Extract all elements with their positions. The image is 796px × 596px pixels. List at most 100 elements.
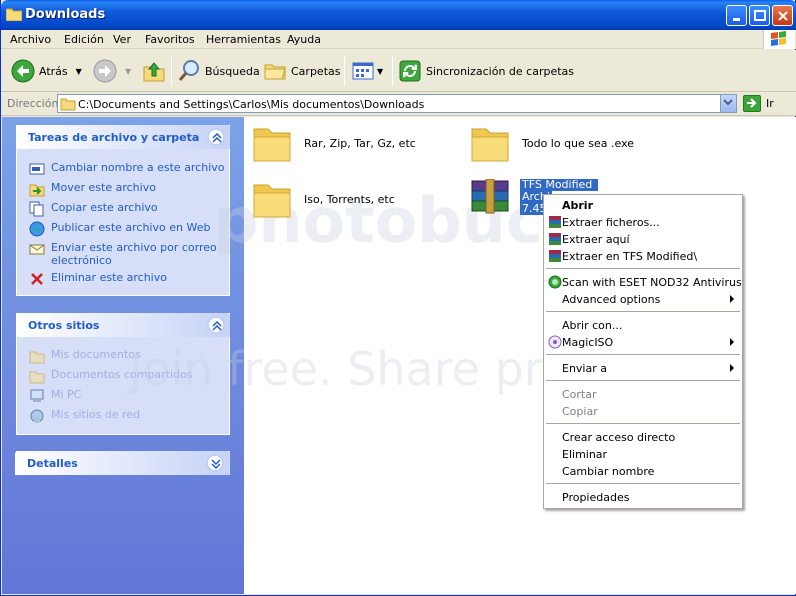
menu-extract-files[interactable]: Extraer ficheros...: [544, 214, 742, 231]
menu-properties[interactable]: Propiedades: [544, 489, 742, 506]
menu-bar: Archivo Edición Ver Favoritos Herramient…: [1, 30, 796, 49]
panel-title: Detalles: [27, 457, 78, 470]
delete-file-link[interactable]: Eliminar este archivo: [29, 271, 167, 287]
menu-extract-to-folder[interactable]: Extraer en TFS Modified\: [544, 248, 742, 265]
back-dropdown-icon[interactable]: ▼: [76, 67, 82, 76]
menu-magiciso[interactable]: MagicISO: [544, 334, 742, 351]
folder-item[interactable]: Todo lo que sea .exe: [470, 123, 634, 163]
other-places-panel-header[interactable]: Otros sitios: [16, 313, 230, 337]
folders-button[interactable]: Carpetas: [263, 57, 340, 85]
sync-folders-button[interactable]: Sincronización de carpetas: [398, 57, 574, 85]
go-button[interactable]: [743, 95, 761, 112]
address-input[interactable]: C:\Documents and Settings\Carlos\Mis doc…: [57, 94, 737, 113]
my-documents-link[interactable]: Mis documentos: [29, 348, 141, 364]
go-label[interactable]: Ir: [766, 97, 774, 110]
winrar-icon: [549, 233, 561, 245]
rename-file-link[interactable]: Cambiar nombre a este archivo: [29, 161, 225, 177]
menu-delete[interactable]: Eliminar: [544, 446, 742, 463]
menu-advanced-options[interactable]: Advanced options: [544, 291, 742, 308]
address-dropdown-button[interactable]: [720, 95, 736, 112]
explorer-window: Downloads Archivo Edición Ver Favoritos …: [0, 0, 796, 596]
my-computer-link[interactable]: Mi PC: [29, 388, 81, 404]
shared-folder-icon: [29, 371, 45, 384]
menu-separator: [546, 311, 740, 312]
submenu-arrow-icon: [730, 364, 734, 372]
menu-extract-here[interactable]: Extraer aquí: [544, 231, 742, 248]
copy-file-link[interactable]: Copiar este archivo: [29, 201, 158, 217]
menu-archivo[interactable]: Archivo: [10, 33, 51, 46]
details-panel: Detalles: [15, 451, 230, 475]
forward-arrow-icon: [93, 59, 117, 83]
toolbar: Atrás ▼ ▼ Búsqueda Carpetas ▼ Sincroniza…: [1, 50, 796, 92]
network-icon: [30, 409, 44, 423]
globe-icon: [29, 221, 45, 237]
back-button[interactable]: Atrás ▼: [11, 57, 82, 85]
go-arrow-icon: [747, 98, 757, 108]
publish-web-link[interactable]: Publicar este archivo en Web: [29, 221, 210, 237]
menu-ver[interactable]: Ver: [113, 33, 131, 46]
toolbar-separator: [344, 56, 345, 86]
folders-icon: [264, 64, 286, 80]
menu-separator: [546, 268, 740, 269]
address-bar: Dirección C:\Documents and Settings\Carl…: [1, 92, 796, 116]
menu-copy[interactable]: Copiar: [544, 403, 742, 420]
search-button[interactable]: Búsqueda: [177, 57, 260, 85]
move-file-link[interactable]: Mover este archivo: [29, 181, 156, 197]
back-arrow-icon: [11, 59, 35, 83]
menu-rename[interactable]: Cambiar nombre: [544, 463, 742, 480]
copy-icon: [29, 201, 44, 217]
shared-documents-link[interactable]: Documentos compartidos: [29, 368, 193, 384]
folder-icon: [471, 128, 509, 162]
forward-button[interactable]: ▼: [93, 57, 131, 85]
email-file-link[interactable]: Enviar este archivo por correo electróni…: [29, 241, 219, 267]
address-path: C:\Documents and Settings\Carlos\Mis doc…: [78, 98, 425, 111]
submenu-arrow-icon: [730, 295, 734, 303]
winrar-icon: [549, 250, 561, 262]
folder-item[interactable]: Rar, Zip, Tar, Gz, etc: [252, 123, 416, 163]
menu-separator: [546, 483, 740, 484]
move-icon: [29, 184, 45, 197]
folder-icon: [253, 128, 291, 162]
menu-separator: [546, 423, 740, 424]
forward-dropdown-icon[interactable]: ▼: [125, 67, 131, 76]
envelope-icon: [29, 244, 45, 255]
folder-icon: [60, 97, 76, 114]
views-dropdown-icon[interactable]: ▼: [377, 67, 383, 76]
maximize-button[interactable]: [749, 5, 770, 26]
nod32-icon: [548, 275, 562, 289]
network-places-link[interactable]: Mis sitios de red: [29, 408, 140, 424]
menu-cut[interactable]: Cortar: [544, 386, 742, 403]
submenu-arrow-icon: [730, 338, 734, 346]
menu-herramientas[interactable]: Herramientas: [206, 33, 281, 46]
menu-open-with[interactable]: Abrir con...: [544, 317, 742, 334]
close-button[interactable]: [772, 5, 793, 26]
collapse-chevron-icon[interactable]: [208, 317, 224, 333]
title-bar[interactable]: Downloads: [1, 0, 796, 30]
menu-ayuda[interactable]: Ayuda: [287, 33, 321, 46]
tasks-panel-header[interactable]: Tareas de archivo y carpeta: [16, 125, 230, 149]
collapse-chevron-icon[interactable]: [208, 129, 224, 145]
folder-icon: [253, 184, 291, 218]
menu-edicion[interactable]: Edición: [64, 33, 104, 46]
expand-chevron-icon[interactable]: [207, 455, 223, 471]
menu-send-to[interactable]: Enviar a: [544, 360, 742, 377]
folder-item[interactable]: Iso, Torrents, etc: [252, 179, 395, 219]
details-panel-header[interactable]: Detalles: [15, 451, 229, 475]
views-button[interactable]: ▼: [351, 57, 383, 85]
delete-x-icon: [31, 273, 43, 285]
minimize-button[interactable]: [726, 5, 747, 26]
views-icon: [352, 62, 374, 80]
sync-icon: [399, 60, 421, 82]
search-icon: [178, 60, 199, 81]
winrar-icon: [549, 216, 561, 228]
menu-open[interactable]: Abrir: [544, 197, 742, 214]
toolbar-separator: [171, 56, 172, 86]
address-label: Dirección: [7, 97, 59, 110]
menu-favoritos[interactable]: Favoritos: [145, 33, 195, 46]
toolbar-separator: [392, 56, 393, 86]
up-folder-icon: [143, 62, 165, 82]
menu-create-shortcut[interactable]: Crear acceso directo: [544, 429, 742, 446]
menu-scan-nod32[interactable]: Scan with ESET NOD32 Antivirus: [544, 274, 742, 291]
up-folder-button[interactable]: [142, 57, 166, 85]
panel-title: Tareas de archivo y carpeta: [28, 131, 200, 144]
